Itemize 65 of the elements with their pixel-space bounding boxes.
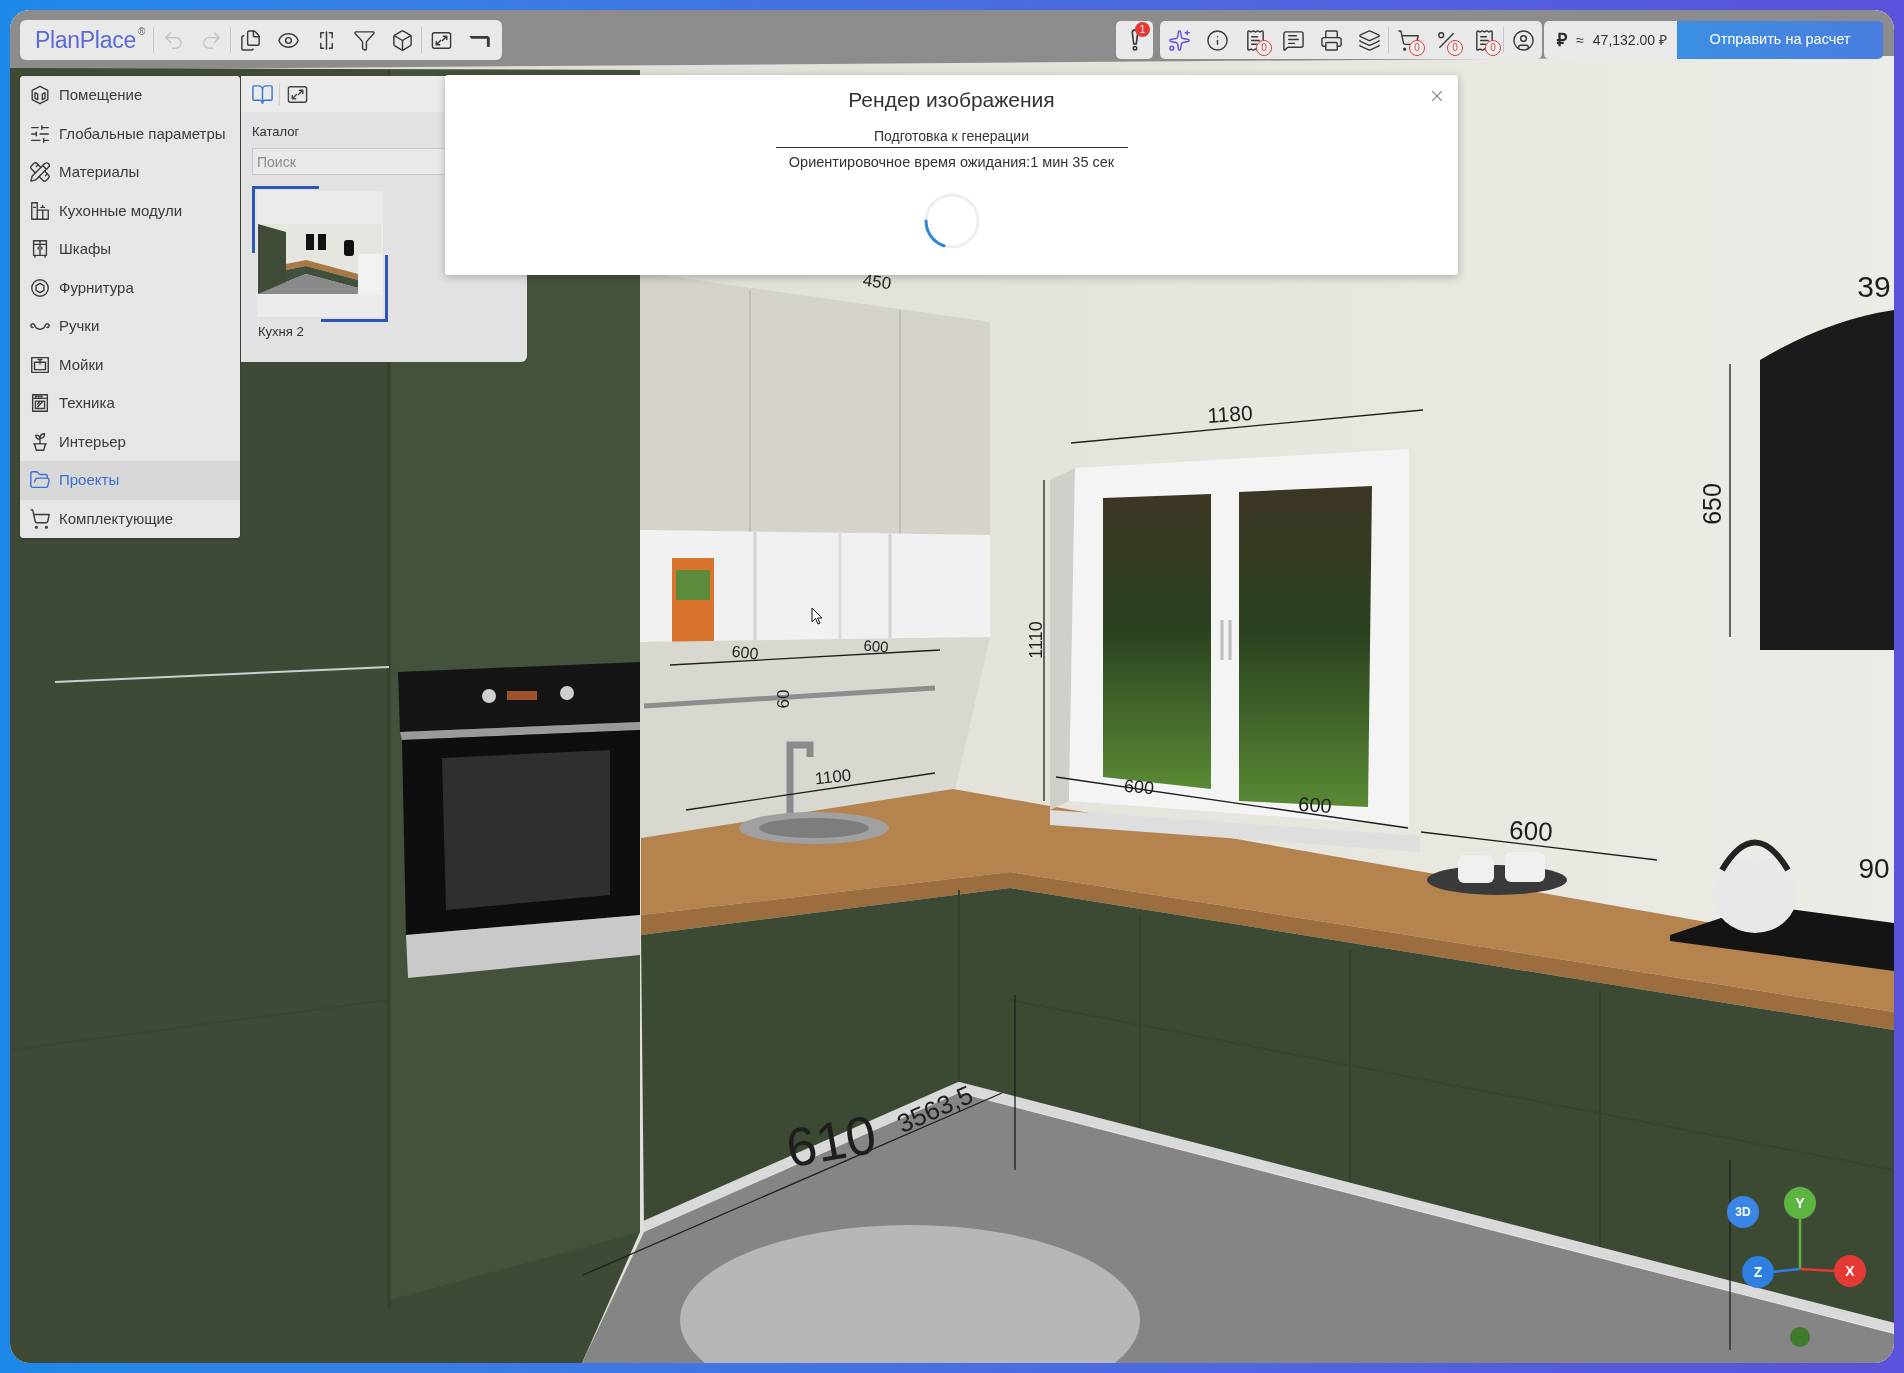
cube-icon bbox=[390, 28, 414, 52]
dimension-label: 1180 bbox=[1206, 401, 1254, 427]
dimension-label: 39 bbox=[1857, 272, 1891, 302]
sidebar-item[interactable]: Техника bbox=[20, 384, 240, 423]
dimension-label: 600 bbox=[863, 637, 889, 655]
dimension-label: 600 bbox=[1297, 793, 1333, 817]
catalog-title: Каталог bbox=[252, 123, 301, 141]
dimension-label: 1100 bbox=[813, 766, 853, 788]
alerts-button[interactable]: 1 bbox=[1116, 21, 1154, 59]
currency-sign: ₽ bbox=[1557, 28, 1568, 52]
dimension-label: 650 bbox=[1699, 483, 1725, 525]
discount-button[interactable]: 0 bbox=[1427, 21, 1466, 59]
sidebar-item[interactable]: Помещение bbox=[20, 76, 240, 115]
cart-icon bbox=[29, 507, 51, 530]
count-badge: 0 bbox=[1447, 40, 1464, 56]
mouse-cursor-icon bbox=[811, 607, 823, 625]
exclamation-icon bbox=[1130, 29, 1139, 51]
pencil-ruler-icon bbox=[29, 161, 51, 184]
logo-text: PlanPlace bbox=[35, 26, 136, 54]
count-badge: 0 bbox=[1485, 40, 1502, 56]
dimension-label: 1110 bbox=[1027, 621, 1045, 659]
count-badge: 0 bbox=[1409, 40, 1426, 56]
submit-calculation-button[interactable]: Отправить на расчет bbox=[1677, 21, 1883, 59]
cart-button[interactable]: 0 bbox=[1389, 21, 1428, 59]
oven-icon bbox=[29, 392, 51, 415]
user-icon bbox=[1511, 28, 1535, 52]
dimension-label: 450 bbox=[861, 271, 893, 293]
chat-icon bbox=[1281, 28, 1305, 52]
sidebar-item[interactable]: Мойки bbox=[20, 345, 240, 384]
dimension-label: 610 bbox=[781, 1106, 881, 1176]
dimension-label: 600 bbox=[1123, 776, 1155, 798]
sidebar-item[interactable]: Фурнитура bbox=[20, 268, 240, 307]
funnel-icon bbox=[352, 28, 376, 52]
dimension-label: 600 bbox=[730, 643, 760, 663]
layers-icon bbox=[1357, 28, 1381, 52]
files-icon bbox=[238, 28, 262, 52]
registered-mark: ® bbox=[137, 27, 146, 37]
dimension-label: 600 bbox=[1508, 816, 1554, 846]
notification-badge: 1 bbox=[1135, 22, 1151, 37]
sliders-icon bbox=[29, 122, 51, 145]
invoices-button[interactable]: 0 bbox=[1465, 21, 1504, 59]
printer-icon bbox=[1319, 28, 1343, 52]
cabinet-modules-icon bbox=[29, 199, 51, 222]
sidebar-item[interactable]: Глобальные параметры bbox=[20, 114, 240, 153]
dimension-label: 90 bbox=[1858, 855, 1890, 883]
sidebar-item[interactable]: Шкафы bbox=[20, 230, 240, 269]
sidebar-item[interactable]: Материалы bbox=[20, 153, 240, 192]
axis-lines-drawing bbox=[1772, 1217, 1836, 1273]
dialog-title: Рендер изображения bbox=[848, 87, 1055, 113]
price-total: 47,132.00 ₽ bbox=[1592, 30, 1667, 50]
render-status: Подготовка к генерации bbox=[775, 125, 1128, 148]
count-badge: 0 bbox=[1256, 40, 1273, 56]
sparkles-icon bbox=[1167, 28, 1191, 52]
orders-button[interactable]: 0 bbox=[1236, 21, 1275, 59]
sidebar-item[interactable]: Интерьер bbox=[20, 422, 240, 461]
book-icon bbox=[250, 82, 274, 106]
info-icon bbox=[1205, 28, 1229, 52]
dimension-label: 60 bbox=[774, 689, 792, 709]
estimated-wait-time: Ориентировочное время ожидания:1 мин 35 сек bbox=[788, 153, 1115, 172]
approx-sign: ≈ bbox=[1576, 30, 1584, 50]
room-cube-icon bbox=[29, 84, 51, 107]
sidebar-item[interactable]: Ручки bbox=[20, 307, 240, 346]
sidebar-item[interactable]: Кухонные модули bbox=[20, 191, 240, 230]
sidebar-item[interactable]: Комплектующие bbox=[20, 499, 240, 538]
hex-nut-icon bbox=[29, 276, 51, 299]
